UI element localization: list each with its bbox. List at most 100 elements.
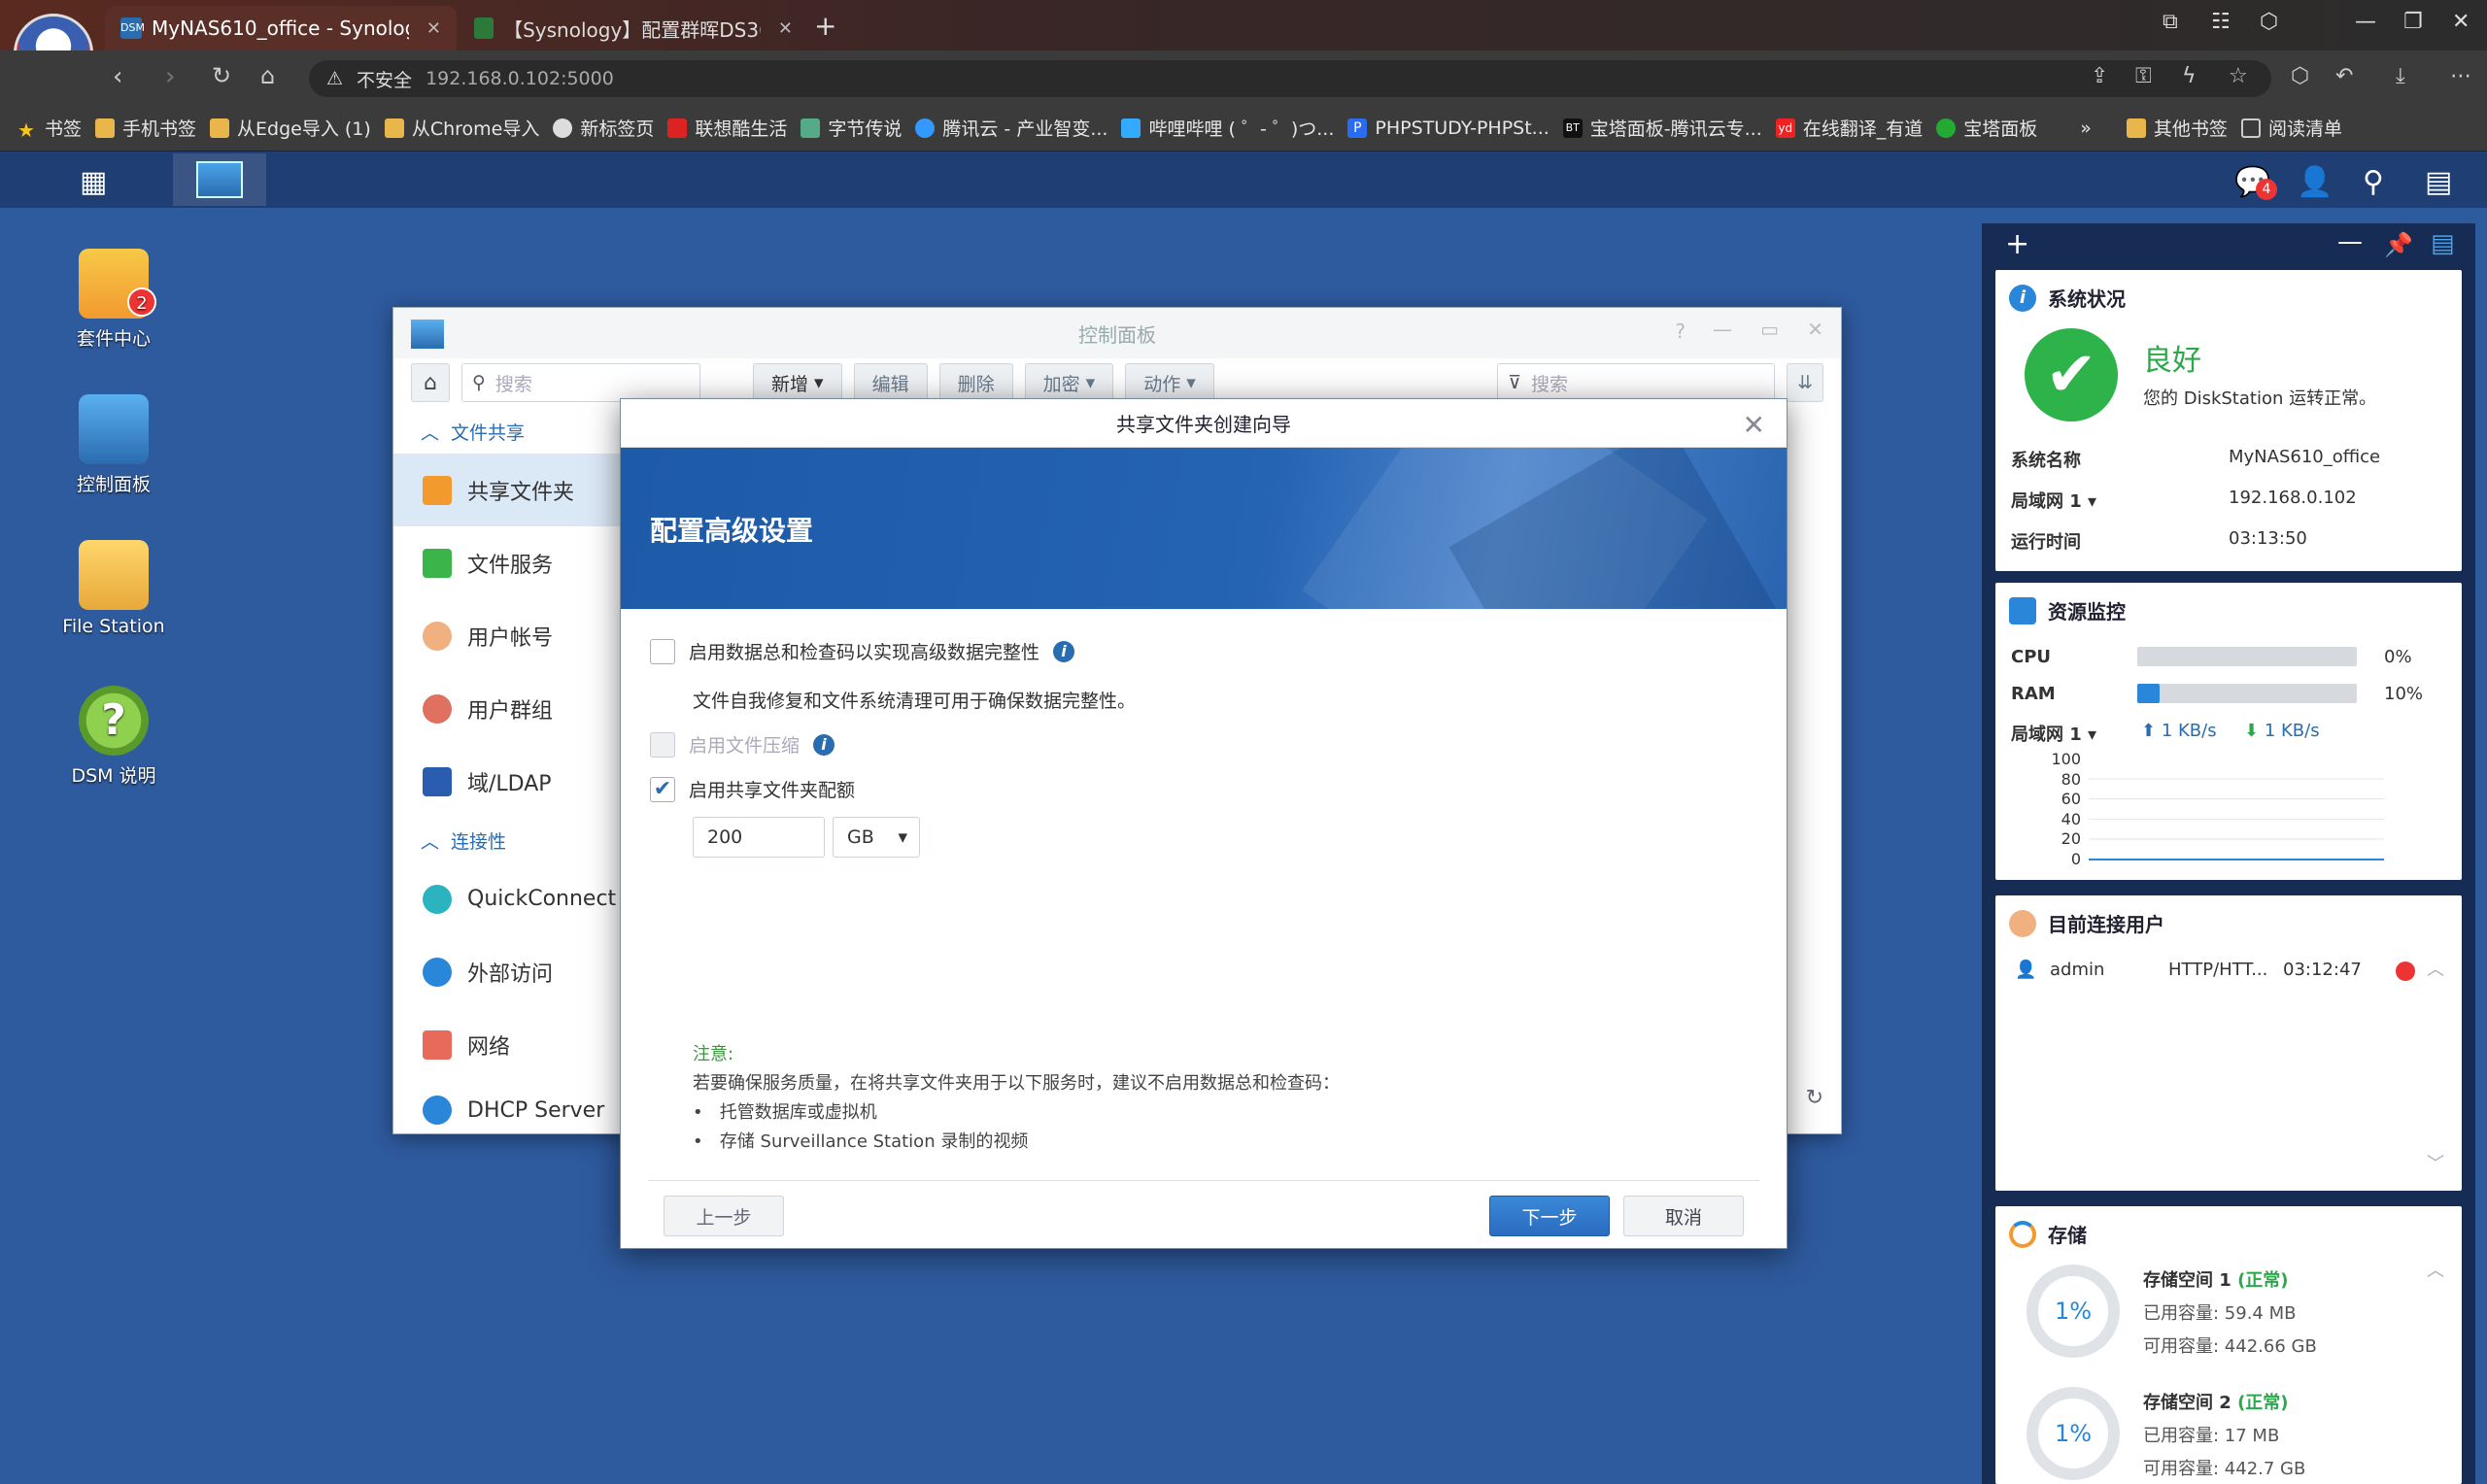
quota-checkbox[interactable]: ✔ [650,776,675,802]
collections-icon[interactable]: ☷ [2211,10,2231,34]
desktop-control-panel[interactable]: 控制面板 [41,394,187,496]
lightning-icon[interactable]: ϟ [2182,64,2197,88]
section-connectivity[interactable]: ︿ 连接性 [393,818,627,862]
key-icon[interactable]: ⚿ [2135,64,2152,88]
bookmark-item[interactable]: yd 在线翻译_有道 [1775,115,1923,141]
sidebar-item-dhcp[interactable]: DHCP Server [393,1081,627,1139]
delete-button[interactable]: 删除 [938,363,1013,402]
sidebar-item-quickconnect[interactable]: QuickConnect [393,862,627,935]
close-tab-icon[interactable]: ✕ [426,18,441,39]
filter-search-input[interactable]: ⊽ 搜索 [1497,363,1776,402]
bookmark-item[interactable]: ★ 书签 [17,115,82,142]
notification-icon[interactable]: 💬 4 [2234,165,2277,200]
action-button[interactable]: 动作 ▾ [1125,363,1214,402]
maximize-icon[interactable]: ❐ [2403,10,2423,34]
bookmark-item[interactable]: 新标签页 [553,115,654,141]
sidebar-item-file-services[interactable]: 文件服务 [393,526,627,599]
refresh-icon[interactable]: ↻ [212,62,231,89]
tab-synology-article[interactable]: 【Sysnology】配置群晖DS3615 ✕ [459,6,808,51]
minimize-icon[interactable]: — [1713,318,1732,341]
minimize-icon[interactable]: — [2355,10,2376,34]
panel-toggle-icon[interactable]: ▤ [2431,229,2455,258]
tab-actions-icon[interactable]: ⧉ [2163,10,2178,34]
previous-button[interactable]: 上一步 [664,1196,784,1236]
share-icon[interactable]: ⇪ [2091,64,2108,88]
checksum-option[interactable]: 启用数据总和检查码以实现高级数据完整性 i [650,638,1075,664]
refresh-icon[interactable]: ↻ [1806,1086,1823,1110]
new-button[interactable]: 新增 ▾ [752,363,842,402]
close-icon[interactable]: ✕ [1743,409,1765,441]
desktop-file-station[interactable]: File Station [41,540,187,637]
scroll-down-icon[interactable]: ﹀ [2427,1150,2444,1175]
bookmark-item[interactable]: 手机书签 [95,115,196,141]
quota-unit-select[interactable]: GB ▾ [833,817,920,858]
undo-icon[interactable]: ↶ [2335,64,2353,88]
edit-button[interactable]: 编辑 [853,363,928,402]
widgets-icon[interactable]: ▤ [2425,165,2452,199]
pin-icon[interactable]: 📌 [2384,231,2413,258]
checksum-checkbox[interactable] [650,638,675,664]
info-icon[interactable]: i [1053,640,1075,662]
sidebar-item-network[interactable]: 网络 [393,1008,627,1081]
tab-dsm[interactable]: DSM MyNAS610_office - Synology D ✕ [105,6,457,51]
bookmark-item[interactable]: 哔哩哔哩 ( ゜- ゜)つ... [1121,115,1334,141]
url-field[interactable]: ⚠ 不安全 192.168.0.102:5000 [309,60,2271,97]
favorite-star-icon[interactable]: ☆ [2229,64,2248,88]
download-icon[interactable]: ⤓ [2396,64,2405,88]
user-icon[interactable]: 👤 [2297,165,2333,199]
bookmark-item[interactable]: 阅读清单 [2240,115,2342,141]
bookmark-item[interactable]: BT 宝塔面板-腾讯云专... [1562,115,1762,141]
sidebar-item-ldap[interactable]: 域/LDAP [393,745,627,818]
bookmark-item[interactable]: 从Chrome导入 [384,115,539,141]
lan-selector[interactable]: 局域网 1 ▾ [2011,488,2096,513]
close-icon[interactable]: ✕ [1807,318,1823,341]
scroll-up-icon[interactable]: ︿ [2427,956,2444,981]
more-bookmarks-button[interactable]: » [2080,118,2092,139]
encrypt-button[interactable]: 加密 ▾ [1024,363,1114,402]
sidebar-item-external-access[interactable]: 外部访问 [393,935,627,1008]
window-titlebar[interactable]: 控制面板 ? — ▭ ✕ [393,308,1841,358]
minimize-panel-icon[interactable]: — [2337,227,2363,256]
bookmark-item[interactable]: 腾讯云 - 产业智变... [915,115,1107,141]
close-tab-icon[interactable]: ✕ [778,18,793,39]
sidebar-item-group[interactable]: 用户群组 [393,672,627,745]
home-icon[interactable]: ⌂ [260,62,275,89]
bookmark-item[interactable]: P PHPSTUDY-PHPSt... [1347,118,1550,139]
bookmark-item[interactable]: 字节传说 [801,115,902,141]
section-file-sharing[interactable]: ︿ 文件共享 [393,409,627,454]
quota-option[interactable]: ✔ 启用共享文件夹配额 [650,776,855,802]
cancel-button[interactable]: 取消 [1623,1196,1744,1236]
lan-selector[interactable]: 局域网 1 ▾ [2011,721,2096,746]
taskbar-control-panel-button[interactable] [173,153,266,206]
info-icon[interactable]: i [813,733,835,756]
main-menu-icon[interactable]: ▦ [80,165,107,199]
quota-size-input[interactable]: 200 [693,817,825,858]
maximize-icon[interactable]: ▭ [1760,318,1779,341]
add-widget-icon[interactable]: + [2005,227,2029,261]
home-button[interactable]: ⌂ [411,363,450,402]
search-icon[interactable]: ⚲ [2363,165,2384,199]
new-tab-icon[interactable]: + [814,10,836,42]
scroll-up-icon[interactable]: ︿ [2427,1257,2444,1282]
back-icon[interactable]: ‹ [113,62,122,91]
close-window-icon[interactable]: ✕ [2452,10,2470,34]
more-icon[interactable]: ⋯ [2450,64,2471,88]
bookmark-item[interactable]: 从Edge导入 (1) [210,115,371,141]
help-icon[interactable]: ? [1675,320,1686,343]
forward-icon[interactable]: › [165,62,175,91]
bookmark-item[interactable]: 其他书签 [2126,115,2228,141]
ram-bar-fill [2137,684,2160,703]
desktop-dsm-help[interactable]: ? DSM 说明 [41,686,187,788]
sidebar-item-shared-folder[interactable]: 共享文件夹 [393,454,627,526]
disconnect-icon[interactable] [2396,961,2415,981]
bookmark-item[interactable]: 宝塔面板 [1936,115,2037,141]
next-button[interactable]: 下一步 [1489,1196,1610,1236]
desktop-icon-label: 套件中心 [76,328,151,350]
sidebar-search-input[interactable]: ⚲ 搜索 [460,363,700,402]
extensions-icon[interactable]: ⬡ [2260,10,2278,34]
bookmark-item[interactable]: 联想酷生活 [667,115,787,141]
sidebar-item-user[interactable]: 用户帐号 [393,599,627,672]
sort-button[interactable]: ⇊ [1787,363,1823,402]
desktop-package-center[interactable]: 2 套件中心 [41,249,187,351]
extension-icon[interactable]: ⬡ [2291,64,2309,88]
